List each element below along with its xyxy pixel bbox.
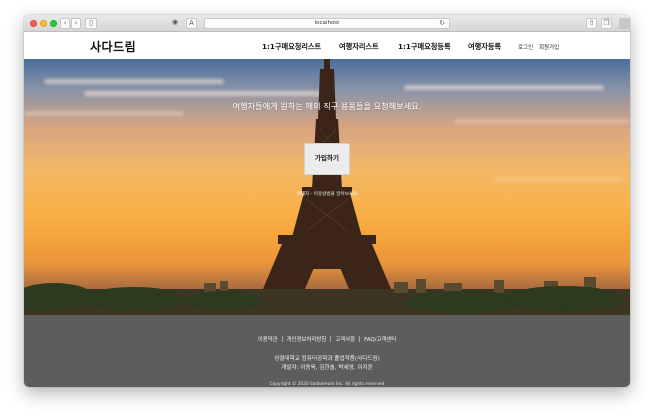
share-icon[interactable]: ⇧	[586, 18, 597, 29]
copyright-text: Copyright © 2020 Sadadream Inc. All righ…	[269, 382, 385, 387]
minimize-window-button[interactable]	[40, 20, 47, 27]
login-link[interactable]: 로그인	[518, 43, 533, 51]
close-window-button[interactable]	[30, 20, 37, 27]
join-button[interactable]: 가입하기	[304, 143, 350, 175]
divider	[359, 336, 361, 342]
terms-link[interactable]: 이용약관	[258, 337, 278, 343]
footer-org: 성결대학교 컴퓨터공학과 졸업작품(사다드림)	[274, 356, 380, 362]
footer-developers: 개발자: 이동욱, 김한솔, 박세영, 이지윤	[281, 365, 373, 371]
site-logo[interactable]: 사다드림	[90, 38, 136, 55]
divider	[330, 336, 332, 342]
notice-link[interactable]: 고객사항	[335, 337, 355, 343]
hero-banner: 여행자들에게 원하는 해외 직구 용품들을 요청해보세요. 가입하기 여행자 ·…	[24, 59, 630, 315]
city-skyline	[24, 277, 630, 315]
site-header: 사다드림 1:1구매요청리스트 여행자리스트 1:1구매요청등록 여행자등록 로…	[24, 32, 630, 59]
url-text: localhost	[314, 20, 340, 26]
nav-purchase-request-register[interactable]: 1:1구매요청등록	[398, 42, 451, 52]
zoom-window-button[interactable]	[50, 20, 57, 27]
footer-links: 이용약관 개인정보처리방침 고객사항 FAQ/고객센터	[24, 335, 630, 343]
reader-button[interactable]: A	[186, 18, 197, 29]
reload-icon[interactable]: ↻	[439, 19, 445, 28]
tabs-icon[interactable]: ❐	[601, 18, 612, 29]
site-footer: 이용약관 개인정보처리방침 고객사항 FAQ/고객센터 성결대학교 컴퓨터공학과 졸업…	[24, 315, 630, 387]
browser-toolbar: ‹ › ▯ ◉ A localhost ↻ ⇧ ❐	[24, 15, 630, 32]
nav-traveler-register[interactable]: 여행자등록	[468, 42, 501, 52]
divider	[281, 336, 283, 342]
signup-link[interactable]: 회원가입	[539, 43, 559, 51]
chevron-left-icon[interactable]: ‹	[60, 18, 70, 29]
browser-window: ‹ › ▯ ◉ A localhost ↻ ⇧ ❐ 사다드림 1:1구매요청리스…	[24, 15, 630, 387]
hero-subtext[interactable]: 여행자 · 이용방법을 알아보세요	[24, 191, 630, 197]
chevron-right-icon[interactable]: ›	[71, 18, 81, 29]
privacy-link[interactable]: 개인정보처리방침	[287, 337, 327, 343]
nav-purchase-request-list[interactable]: 1:1구매요청리스트	[262, 42, 321, 52]
sidebar-icon[interactable]: ▯	[85, 18, 97, 29]
hero-headline: 여행자들에게 원하는 해외 직구 용품들을 요청해보세요.	[232, 101, 422, 111]
shield-icon[interactable]: ◉	[170, 18, 180, 29]
address-bar[interactable]: localhost ↻	[204, 18, 450, 29]
new-tab-button[interactable]	[619, 18, 630, 29]
nav-traveler-list[interactable]: 여행자리스트	[339, 42, 379, 52]
faq-link[interactable]: FAQ/고객센터	[364, 337, 396, 343]
